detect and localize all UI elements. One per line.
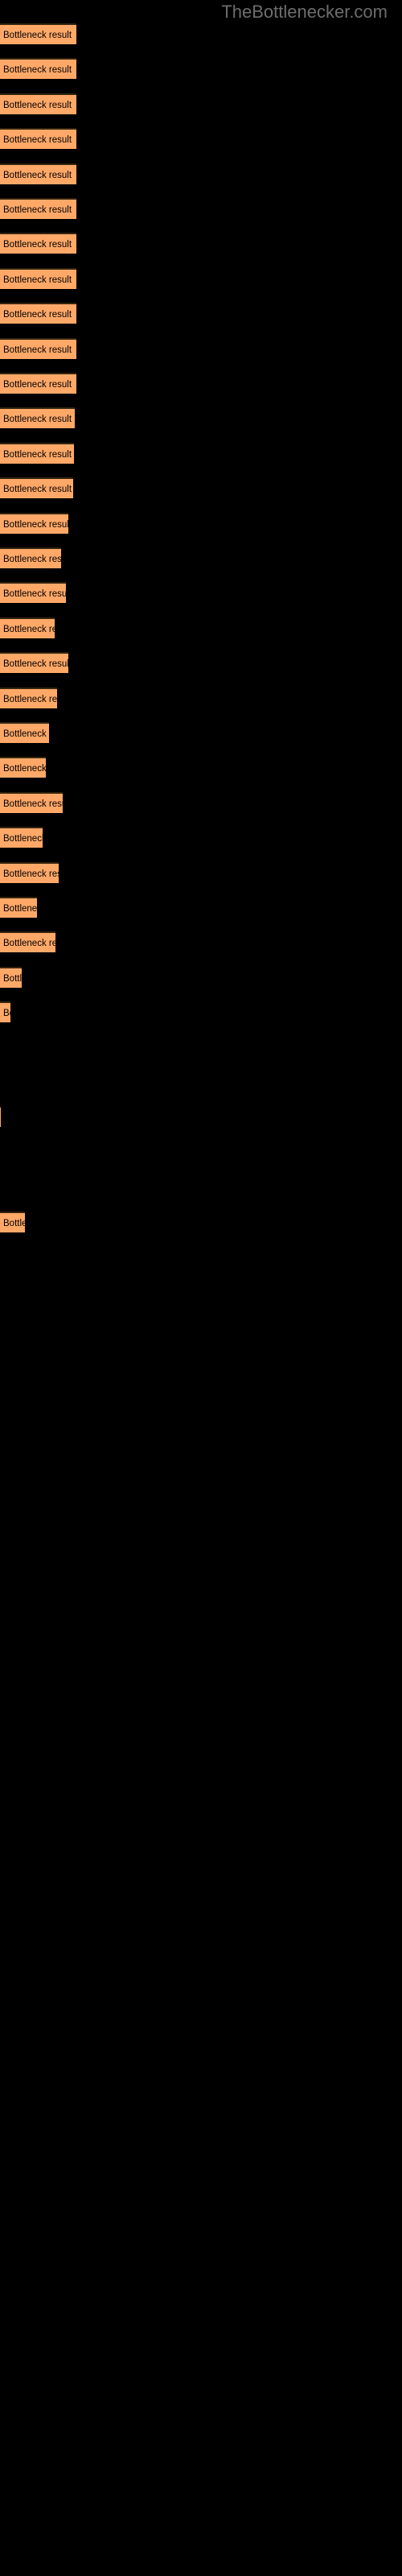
bar-value-label: Bottleneck result: [3, 624, 55, 634]
bottleneck-result-bar[interactable]: Bottleneck result: [0, 931, 55, 953]
bottleneck-result-bar[interactable]: Bottleneck result: [0, 512, 68, 534]
bottleneck-result-bar[interactable]: Bottleneck result: [0, 757, 46, 778]
bar-value-label: Bottleneck result: [3, 939, 55, 949]
bar-value-label: Bottleneck result: [3, 310, 72, 320]
bottleneck-result-bar[interactable]: Bottleneck result: [0, 582, 66, 604]
bottleneck-result-bar[interactable]: Bottleneck result: [0, 198, 76, 219]
bottleneck-result-bar[interactable]: Bottleneck result: [0, 1106, 1, 1128]
bar-value-label: Bottleneck result: [3, 694, 57, 704]
bar-value-label: Bottleneck result: [3, 275, 72, 285]
bottleneck-result-bar[interactable]: Bottleneck result: [0, 652, 68, 674]
bar-value-label: Bottleneck result: [3, 240, 72, 250]
bottleneck-result-bar[interactable]: Bottleneck result: [0, 267, 76, 289]
bottleneck-result-bar[interactable]: Bottleneck result: [0, 547, 61, 568]
bar-value-label: Bottleneck result: [3, 380, 72, 390]
bottleneck-result-bar[interactable]: Bottleneck result: [0, 827, 43, 848]
bottleneck-result-bar[interactable]: Bottleneck result: [0, 687, 57, 708]
bottleneck-result-bar[interactable]: Bottleneck result: [0, 897, 37, 918]
bar-value-label: Bottleneck result: [3, 170, 72, 180]
bar-value-label: Bottleneck result: [3, 589, 66, 600]
bottleneck-result-bar[interactable]: Bottleneck result: [0, 407, 75, 429]
bar-value-label: Bottleneck result: [3, 31, 72, 40]
bar-value-label: Bottleneck result: [3, 65, 72, 76]
bottleneck-result-bar[interactable]: Bottleneck result: [0, 442, 74, 464]
bar-value-label: Bottleneck result: [3, 485, 72, 495]
site-watermark: TheBottlenecker.com: [221, 2, 388, 22]
bottleneck-result-bar[interactable]: Bottleneck result: [0, 722, 49, 743]
bottleneck-result-bar[interactable]: Bottleneck result: [0, 966, 22, 988]
bar-value-label: Bottleneck result: [3, 345, 72, 355]
bar-value-label: Bottleneck result: [3, 449, 72, 460]
bottleneck-result-bar[interactable]: Bottleneck result: [0, 128, 76, 150]
bottleneck-result-bar[interactable]: Bottleneck result: [0, 233, 76, 254]
bar-value-label: Bottleneck result: [3, 869, 59, 879]
bar-value-label: Bottleneck result: [3, 659, 68, 670]
bottleneck-result-bar[interactable]: Bottleneck result: [0, 1211, 25, 1232]
bar-value-label: Bottleneck result: [3, 799, 63, 809]
bottleneck-result-bar[interactable]: Bottleneck result: [0, 337, 76, 359]
bar-value-label: Bottleneck result: [3, 519, 68, 530]
bottleneck-result-bar[interactable]: Bottleneck result: [0, 791, 63, 813]
bar-value-label: Bottleneck result: [3, 834, 43, 844]
bar-value-label: Bottleneck result: [3, 1218, 25, 1228]
bar-value-label: Bottleneck result: [3, 1009, 10, 1019]
bar-value-label: Bottleneck result: [3, 100, 72, 110]
bottleneck-result-bar[interactable]: Bottleneck result: [0, 58, 76, 80]
bottleneck-result-bar[interactable]: Bottleneck result: [0, 23, 76, 44]
bottleneck-result-bar[interactable]: Bottleneck result: [0, 163, 76, 184]
bar-value-label: Bottleneck result: [3, 904, 37, 914]
plot-area: Bottleneck result Bottleneck result Bottle…: [0, 23, 402, 2567]
bar-value-label: Bottleneck result: [3, 764, 46, 774]
bar-value-label: Bottleneck result: [3, 415, 72, 425]
bottleneck-bar-chart: TheBottlenecker.com Bottleneck result Bot…: [0, 0, 402, 2576]
bar-value-label: Bottleneck result: [3, 135, 72, 146]
bottleneck-result-bar[interactable]: Bottleneck result: [0, 477, 73, 499]
bottleneck-result-bar[interactable]: Bottleneck result: [0, 861, 59, 883]
bottleneck-result-bar[interactable]: Bottleneck result: [0, 1001, 10, 1023]
bottleneck-result-bar[interactable]: Bottleneck result: [0, 617, 55, 638]
bottleneck-result-bar[interactable]: Bottleneck result: [0, 373, 76, 394]
bottleneck-result-bar[interactable]: Bottleneck result: [0, 303, 76, 324]
bar-value-label: Bottleneck result: [3, 729, 49, 739]
bar-value-label: Bottleneck result: [3, 973, 22, 984]
bar-value-label: Bottleneck result: [3, 555, 61, 564]
bottleneck-result-bar[interactable]: Bottleneck result: [0, 93, 76, 114]
bar-value-label: Bottleneck result: [3, 205, 72, 215]
